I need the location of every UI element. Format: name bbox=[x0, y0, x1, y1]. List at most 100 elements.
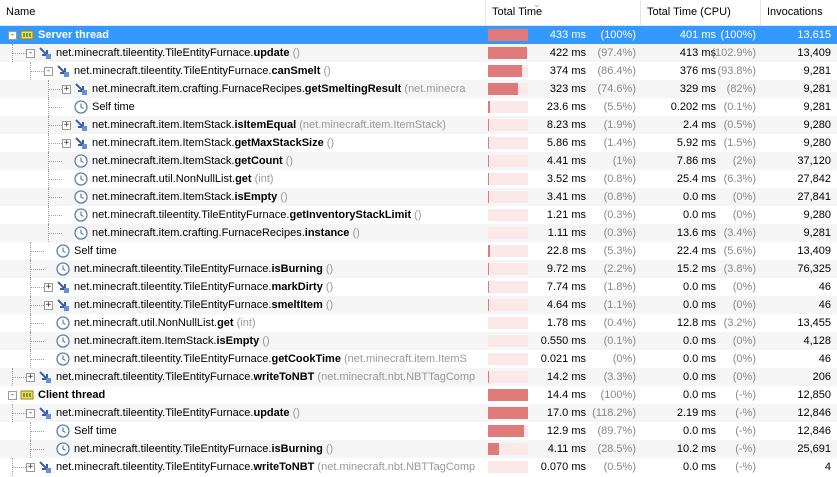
table-row[interactable]: + net.minecraft.tileentity.TileEntityFurn… bbox=[0, 278, 837, 296]
invocations-value: 13,409 bbox=[797, 47, 831, 59]
row-name: net.minecraft.tileentity.TileEntityFurna… bbox=[74, 440, 333, 458]
table-row[interactable]: - net.minecraft.tileentity.TileEntityFurn… bbox=[0, 404, 837, 422]
expand-icon[interactable]: + bbox=[62, 139, 71, 148]
method-signature: (net.minecraft.item.ItemStack) bbox=[296, 119, 446, 131]
time-bar-track bbox=[488, 191, 528, 203]
time-bar bbox=[488, 371, 489, 383]
name-cell: net.minecraft.item.ItemStack.isEmpty () bbox=[0, 188, 484, 206]
time-bar bbox=[488, 101, 490, 113]
total-time-cell: 0.550 ms (0.1%) bbox=[486, 332, 640, 350]
expand-icon[interactable]: + bbox=[62, 85, 71, 94]
expand-icon[interactable]: + bbox=[44, 283, 53, 292]
table-row[interactable]: - net.minecraft.tileentity.TileEntityFurn… bbox=[0, 62, 837, 80]
table-row[interactable]: + net.minecraft.item.crafting.FurnaceReci… bbox=[0, 80, 837, 98]
row-name-text: Self time bbox=[74, 245, 117, 257]
column-header-invocations[interactable]: Invocations bbox=[761, 0, 837, 25]
expand-icon[interactable]: + bbox=[26, 463, 35, 472]
table-row[interactable]: net.minecraft.tileentity.TileEntityFurna… bbox=[0, 260, 837, 278]
collapse-icon[interactable]: - bbox=[8, 31, 17, 40]
row-name-text: net.minecraft.tileentity.TileEntityFurna… bbox=[74, 281, 272, 293]
invocations-cell: 13,409 bbox=[761, 44, 833, 62]
collapse-icon[interactable]: - bbox=[8, 391, 17, 400]
tree-connector bbox=[30, 287, 44, 288]
table-row[interactable]: net.minecraft.tileentity.TileEntityFurna… bbox=[0, 206, 837, 224]
expand-icon[interactable]: + bbox=[26, 373, 35, 382]
table-row[interactable]: - Client thread 14.4 ms (100%) 0.0 ms (-%) 12,… bbox=[0, 386, 837, 404]
cpu-time-value: 5.92 ms bbox=[676, 137, 716, 149]
row-name-text: Server thread bbox=[38, 29, 109, 41]
row-name: net.minecraft.item.ItemStack.getMaxStack… bbox=[92, 134, 334, 152]
table-row[interactable]: + net.minecraft.tileentity.TileEntityFurn… bbox=[0, 368, 837, 386]
tree-connector bbox=[12, 467, 26, 468]
invocations-cell: 27,841 bbox=[761, 188, 833, 206]
cpu-time-value: 0.0 ms bbox=[682, 335, 716, 347]
table-row[interactable]: Self time 22.8 ms (5.3%) 22.4 ms (5.6%) 13,40… bbox=[0, 242, 837, 260]
table-row[interactable]: - Server thread 433 ms (100%) 401 ms (100%) 13… bbox=[0, 26, 837, 44]
total-time-cell: 17.0 ms (118.2%) bbox=[486, 404, 640, 422]
cpu-time-value: 25.4 ms bbox=[676, 173, 716, 185]
name-cell: + net.minecraft.item.crafting.FurnaceReci… bbox=[0, 80, 484, 98]
table-row[interactable]: net.minecraft.item.ItemStack.isEmpty () 3… bbox=[0, 188, 837, 206]
table-row[interactable]: + net.minecraft.item.ItemStack.isItemEqua… bbox=[0, 116, 837, 134]
expand-icon[interactable]: + bbox=[62, 121, 71, 130]
total-time-value: 17.0 ms bbox=[546, 407, 586, 419]
invocations-cell: 206 bbox=[761, 368, 833, 386]
total-time-cpu-cell: 0.0 ms (0%) bbox=[641, 368, 760, 386]
invocations-cell: 76,325 bbox=[761, 260, 833, 278]
table-row[interactable]: net.minecraft.util.NonNullList.get (int)… bbox=[0, 170, 837, 188]
time-bar bbox=[488, 443, 499, 455]
table-row[interactable]: + net.minecraft.item.ItemStack.getMaxStac… bbox=[0, 134, 837, 152]
table-row[interactable]: net.minecraft.item.ItemStack.isEmpty () 0… bbox=[0, 332, 837, 350]
expand-icon[interactable]: + bbox=[44, 301, 53, 310]
method-signature: () bbox=[349, 227, 360, 239]
invocations-value: 9,281 bbox=[803, 83, 831, 95]
column-header-total-time-cpu[interactable]: Total Time (CPU) bbox=[641, 0, 761, 25]
total-time-cpu-cell: 0.0 ms (0%) bbox=[641, 332, 760, 350]
tree-connector bbox=[48, 233, 62, 234]
invocations-cell: 9,281 bbox=[761, 98, 833, 116]
method-name: instance bbox=[304, 227, 350, 239]
table-row[interactable]: Self time 12.9 ms (89.7%) 0.0 ms (-%) 12,846 bbox=[0, 422, 837, 440]
row-name: Server thread bbox=[38, 26, 109, 44]
row-name-text: net.minecraft.tileentity.TileEntityFurna… bbox=[74, 443, 272, 455]
table-row[interactable]: net.minecraft.tileentity.TileEntityFurna… bbox=[0, 440, 837, 458]
name-cell: + net.minecraft.tileentity.TileEntityFurn… bbox=[0, 296, 484, 314]
table-row[interactable]: net.minecraft.item.crafting.FurnaceRecip… bbox=[0, 224, 837, 242]
row-name: net.minecraft.tileentity.TileEntityFurna… bbox=[92, 206, 422, 224]
table-row[interactable]: net.minecraft.tileentity.TileEntityFurna… bbox=[0, 350, 837, 368]
column-header-name[interactable]: Name bbox=[0, 0, 486, 25]
collapse-icon[interactable]: - bbox=[26, 409, 35, 418]
row-name: net.minecraft.util.NonNullList.get (int) bbox=[92, 170, 274, 188]
collapse-icon[interactable]: - bbox=[26, 49, 35, 58]
collapse-icon[interactable]: - bbox=[44, 67, 53, 76]
tree-connector bbox=[30, 431, 44, 432]
total-time-cpu-cell: 12.8 ms (3.2%) bbox=[641, 314, 760, 332]
cpu-time-value: 7.86 ms bbox=[676, 155, 716, 167]
method-name: getInventoryStackLimit bbox=[289, 209, 412, 221]
invocations-value: 9,281 bbox=[803, 101, 831, 113]
method-name: getCookTime bbox=[271, 353, 341, 365]
table-row[interactable]: net.minecraft.util.NonNullList.get (int)… bbox=[0, 314, 837, 332]
total-time-cpu-cell: 413 ms (102.9%) bbox=[641, 44, 760, 62]
total-time-value: 433 ms bbox=[549, 29, 586, 41]
row-name: net.minecraft.tileentity.TileEntityFurna… bbox=[74, 260, 333, 278]
method-name: update bbox=[253, 407, 290, 419]
table-row[interactable]: - net.minecraft.tileentity.TileEntityFurn… bbox=[0, 44, 837, 62]
method-icon bbox=[56, 64, 70, 78]
clock-icon bbox=[74, 154, 88, 168]
time-bar-track bbox=[488, 317, 528, 329]
total-time-percent: (118.2%) bbox=[592, 407, 636, 419]
column-header-total-time[interactable]: ⌄ Total Time bbox=[486, 0, 641, 25]
sort-descending-icon: ⌄ bbox=[533, 0, 541, 9]
total-time-percent: (0%) bbox=[612, 353, 636, 365]
invocations-value: 25,691 bbox=[797, 443, 831, 455]
total-time-cell: 4.64 ms (1.1%) bbox=[486, 296, 640, 314]
method-name: getCount bbox=[234, 155, 283, 167]
table-row[interactable]: net.minecraft.item.ItemStack.getCount ()… bbox=[0, 152, 837, 170]
tree-connector bbox=[30, 71, 44, 72]
tree-connector bbox=[48, 206, 49, 224]
table-row[interactable]: + net.minecraft.tileentity.TileEntityFurn… bbox=[0, 458, 837, 476]
tree-connector bbox=[12, 458, 13, 476]
table-row[interactable]: Self time 23.6 ms (5.5%) 0.202 ms (0.1%) 9,28… bbox=[0, 98, 837, 116]
table-row[interactable]: + net.minecraft.tileentity.TileEntityFurn… bbox=[0, 296, 837, 314]
